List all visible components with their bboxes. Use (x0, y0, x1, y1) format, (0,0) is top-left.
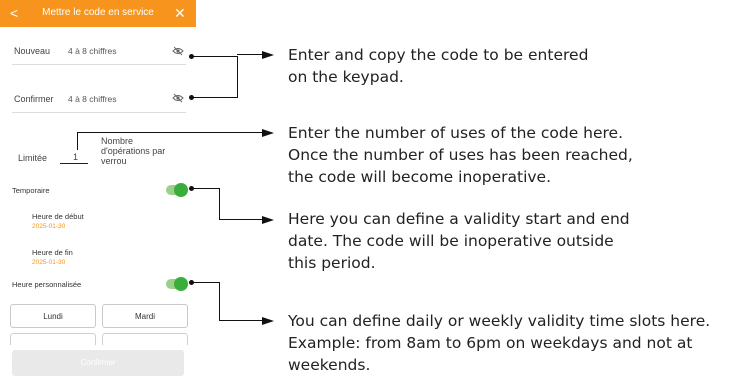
custom-time-label: Heure personnalisée (12, 280, 82, 289)
chevron-left-icon[interactable]: < (10, 4, 18, 22)
connector-line (219, 188, 220, 220)
connector-line (77, 132, 78, 150)
annotation-line: date. The code will be inoperative outsi… (288, 232, 614, 250)
confirmer-input[interactable]: 4 à 8 chiffres (68, 94, 117, 104)
eye-off-icon[interactable] (172, 93, 184, 103)
temporaire-toggle[interactable] (166, 183, 188, 197)
end-date[interactable]: 2025-01-30 (32, 259, 65, 266)
nouveau-underline (12, 64, 186, 65)
limitee-label: Limitée (18, 153, 48, 163)
annotation-line: Here you can define a validity start and… (288, 210, 630, 228)
connector-line (219, 219, 263, 220)
connector-line (193, 97, 238, 98)
confirmer-label: Confirmer (14, 94, 54, 104)
start-label: Heure de début (32, 212, 84, 221)
end-label: Heure de fin (32, 248, 73, 257)
annotation-line: this period. (288, 254, 376, 272)
annotation-slots: You can define daily or weekly validity … (288, 310, 710, 376)
connector-line (193, 188, 220, 189)
arrow-head (262, 216, 274, 224)
connector-line (237, 56, 238, 98)
confirm-button[interactable]: Confirmer (12, 350, 184, 376)
arrow-head (262, 317, 274, 325)
annotation-line: weekends. (288, 356, 371, 374)
top-bar: < Mettre le code en service ✕ (0, 0, 196, 27)
connector-line (219, 282, 220, 321)
phone-screen: < Mettre le code en service ✕ Nouveau 4 … (0, 0, 196, 384)
arrow-head (262, 129, 274, 137)
arrow-head (262, 51, 274, 59)
limitee-count-input[interactable]: 1 (73, 152, 78, 162)
start-date[interactable]: 2025-01-30 (32, 223, 65, 230)
connector-line (219, 320, 263, 321)
page-title: Mettre le code en service (42, 7, 154, 18)
connector-line (77, 132, 263, 133)
limitee-desc-line2: d'opérations par (101, 146, 166, 156)
day-button-lundi[interactable]: Lundi (10, 304, 96, 328)
annotation-line: Enter the number of uses of the code her… (288, 124, 624, 142)
temporaire-label: Temporaire (12, 186, 50, 195)
connector-line (237, 54, 263, 55)
limitee-desc-line3: verrou (101, 156, 127, 166)
nouveau-label: Nouveau (14, 46, 51, 56)
annotation-line: Once the number of uses has been reached… (288, 146, 633, 164)
annotation-line: on the keypad. (288, 68, 404, 86)
day-button-partial[interactable] (10, 333, 96, 345)
annotation-uses: Enter the number of uses of the code her… (288, 122, 633, 188)
eye-off-icon[interactable] (172, 46, 184, 56)
annotation-line: Example: from 8am to 6pm on weekdays and… (288, 334, 693, 352)
confirmer-underline (12, 112, 186, 113)
connector-line (193, 56, 238, 57)
annotation-line: Enter and copy the code to be entered (288, 46, 589, 64)
annotation-validity: Here you can define a validity start and… (288, 208, 630, 274)
close-icon[interactable]: ✕ (174, 4, 186, 22)
annotation-line: the code will become inoperative. (288, 168, 552, 186)
limitee-underline (60, 163, 88, 164)
custom-time-toggle[interactable] (166, 277, 188, 291)
limitee-desc-line1: Nombre (101, 136, 134, 146)
nouveau-input[interactable]: 4 à 8 chiffres (68, 46, 117, 56)
connector-line (193, 282, 220, 283)
annotation-code: Enter and copy the code to be entered on… (288, 44, 588, 88)
day-button-mardi[interactable]: Mardi (102, 304, 188, 328)
day-button-partial[interactable] (102, 333, 188, 345)
annotation-line: You can define daily or weekly validity … (288, 312, 711, 330)
